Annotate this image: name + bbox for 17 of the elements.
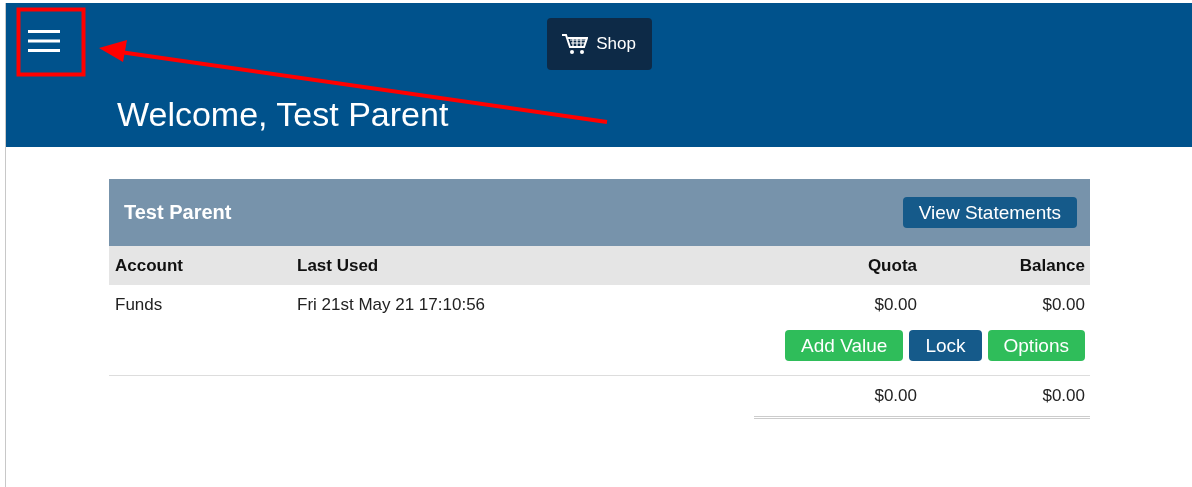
table-cell-text: Funds bbox=[115, 295, 164, 315]
column-header: Account bbox=[115, 255, 184, 276]
cart-icon bbox=[562, 33, 589, 55]
highlight-box bbox=[16, 7, 86, 77]
account-holder-name: Test Parent bbox=[124, 201, 232, 224]
welcome-heading: Welcome, Test Parent bbox=[117, 94, 450, 134]
column-header: Quota bbox=[866, 255, 917, 276]
table-cell-text: $0.00 bbox=[873, 295, 917, 315]
total-quota: $0.00 bbox=[873, 386, 917, 406]
shop-button[interactable]: Shop bbox=[546, 18, 652, 70]
table-cell-text: $0.00 bbox=[1041, 295, 1085, 315]
table-cell-text: Fri 21st May 21 17:10:56 bbox=[297, 295, 487, 315]
column-header: Last Used bbox=[297, 255, 380, 276]
view-statements-button[interactable]: View Statements bbox=[902, 197, 1077, 228]
column-header: Balance bbox=[1018, 255, 1085, 276]
total-balance: $0.00 bbox=[1041, 386, 1085, 406]
action-button[interactable]: Lock bbox=[909, 330, 982, 361]
